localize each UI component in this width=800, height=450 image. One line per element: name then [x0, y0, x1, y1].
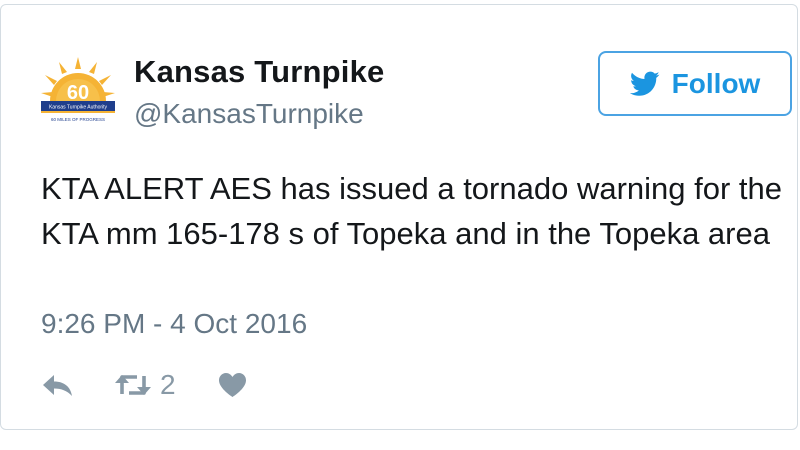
like-button[interactable] [218, 372, 247, 398]
tweet-actions: 2 [41, 367, 247, 403]
author-handle[interactable]: @KansasTurnpike [134, 98, 364, 130]
follow-button-label: Follow [671, 67, 761, 99]
heart-icon [218, 373, 246, 397]
tweet-card: 60 Kansas Turnpike Authority 60 MILES OF… [0, 4, 798, 430]
tweet-text: KTA ALERT AES has issued a tornado warni… [41, 171, 783, 251]
reply-button[interactable] [41, 373, 74, 397]
retweet-count: 2 [160, 369, 176, 400]
reply-icon [43, 375, 72, 396]
retweet-button[interactable]: 2 [115, 369, 176, 401]
kansas-turnpike-logo-avatar[interactable]: 60 Kansas Turnpike Authority 60 MILES OF… [39, 53, 117, 127]
avatar-badge-number: 60 [67, 82, 89, 104]
author-display-name[interactable]: Kansas Turnpike [134, 54, 385, 90]
tweet-timestamp[interactable]: 9:26 PM - 4 Oct 2016 [41, 308, 307, 340]
avatar-banner-text: Kansas Turnpike Authority [49, 105, 108, 111]
avatar-tagline: 60 MILES OF PROGRESS [51, 117, 105, 122]
retweet-icon [115, 375, 151, 395]
twitter-bird-icon [629, 71, 660, 96]
follow-button[interactable]: Follow [598, 51, 792, 116]
